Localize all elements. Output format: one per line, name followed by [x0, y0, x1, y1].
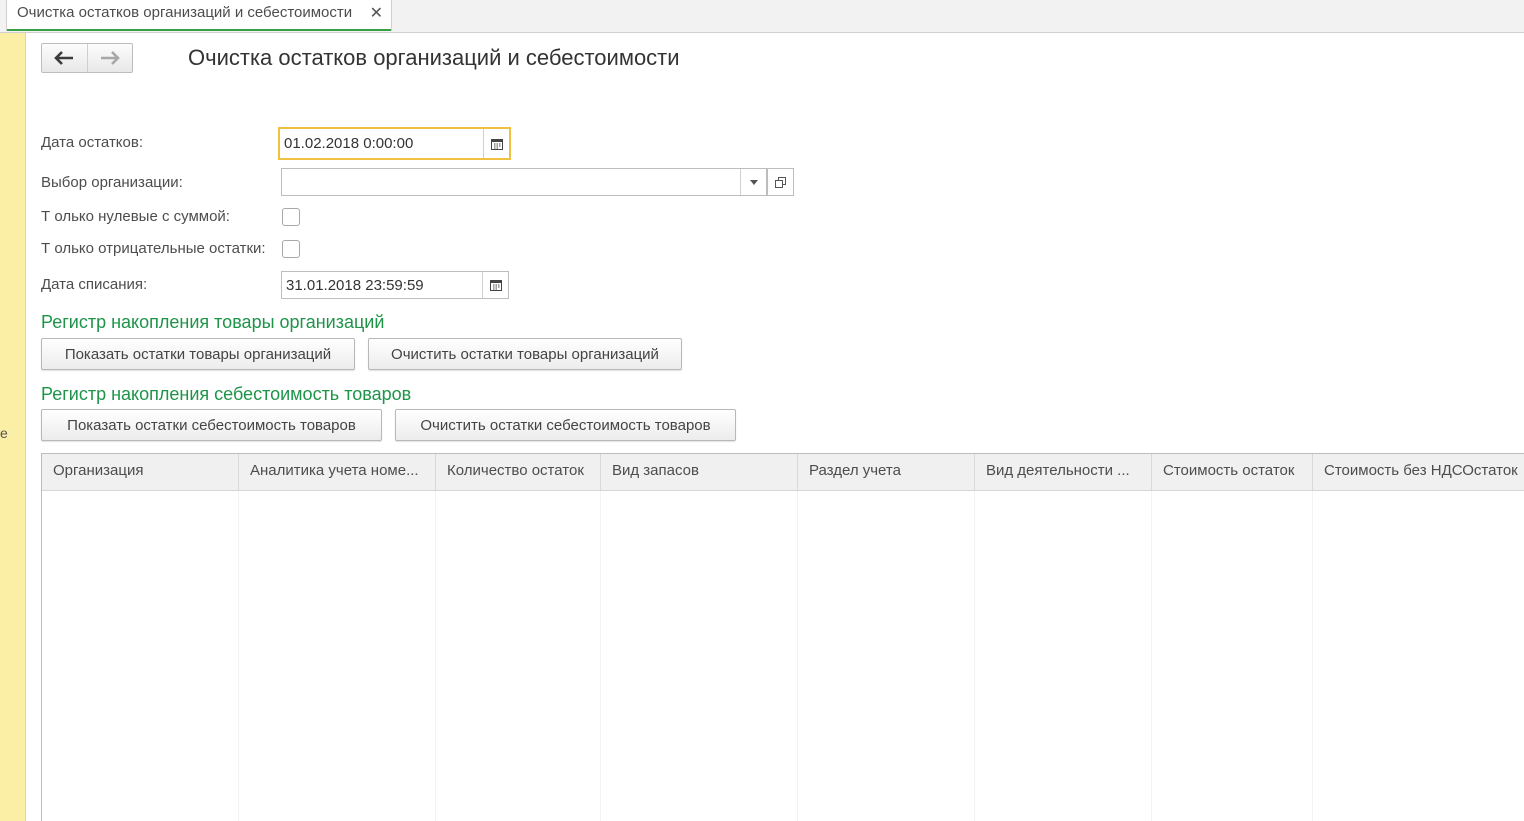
column-header-cost-without-vat[interactable]: Стоимость без НДСОстаток — [1313, 454, 1524, 490]
calendar-button[interactable] — [483, 129, 509, 158]
column-body — [1152, 491, 1313, 821]
side-panel[interactable]: е — [0, 33, 26, 821]
only-zero-label: Т олько нулевые с суммой: — [41, 208, 230, 225]
navigation-group — [41, 43, 133, 73]
column-header-quantity[interactable]: Количество остаток — [436, 454, 601, 490]
column-header-analytics[interactable]: Аналитика учета номе... — [239, 454, 436, 490]
column-body — [798, 491, 975, 821]
balance-date-field[interactable]: 01.02.2018 0:00:00 — [278, 127, 511, 160]
column-body — [239, 491, 436, 821]
tab-title: Очистка остатков организаций и себестоим… — [17, 4, 353, 21]
writeoff-date-label: Дата списания: — [41, 276, 148, 293]
tab-underline — [7, 29, 391, 31]
page-title: Очистка остатков организаций и себестоим… — [188, 45, 680, 70]
show-cost-balance-button[interactable]: Показать остатки себестоимость товаров — [41, 409, 382, 441]
balance-date-label: Дата остатков: — [41, 134, 144, 151]
calendar-button[interactable] — [482, 272, 508, 298]
close-icon[interactable]: ✕ — [370, 3, 383, 23]
open-organization-button[interactable] — [767, 168, 794, 196]
clear-goods-balance-button[interactable]: Очистить остатки товары организаций — [368, 338, 682, 370]
column-body — [436, 491, 601, 821]
calendar-icon — [489, 280, 502, 291]
results-table[interactable]: Организация Аналитика учета номе... Коли… — [41, 453, 1524, 821]
section-title-cost: Регистр накопления себестоимость товаров — [41, 384, 412, 404]
column-body — [975, 491, 1152, 821]
column-header-organization[interactable]: Организация — [42, 454, 239, 490]
clear-cost-balance-button[interactable]: Очистить остатки себестоимость товаров — [395, 409, 736, 441]
column-header-accounting-section[interactable]: Раздел учета — [798, 454, 975, 490]
balance-date-input[interactable]: 01.02.2018 0:00:00 — [280, 135, 483, 152]
column-body — [601, 491, 798, 821]
chevron-down-icon — [749, 179, 758, 185]
arrow-right-icon — [100, 51, 120, 65]
column-header-cost[interactable]: Стоимость остаток — [1152, 454, 1313, 490]
calendar-icon — [490, 138, 503, 150]
organization-field[interactable] — [281, 168, 767, 196]
tab-active[interactable]: Очистка остатков организаций и себестоим… — [6, 0, 392, 31]
section-title-goods: Регистр накопления товары организаций — [41, 312, 385, 332]
writeoff-date-input[interactable]: 31.01.2018 23:59:59 — [282, 277, 482, 294]
side-panel-text: е — [0, 425, 8, 441]
column-body — [42, 491, 239, 821]
show-goods-balance-button[interactable]: Показать остатки товары организаций — [41, 338, 355, 370]
organization-label: Выбор организации: — [41, 174, 183, 191]
back-button[interactable] — [42, 44, 87, 72]
table-header: Организация Аналитика учета номе... Коли… — [42, 454, 1524, 491]
column-header-stock-type[interactable]: Вид запасов — [601, 454, 798, 490]
writeoff-date-field[interactable]: 31.01.2018 23:59:59 — [281, 271, 509, 299]
open-window-icon — [775, 176, 786, 188]
arrow-left-icon — [54, 51, 74, 65]
only-zero-checkbox[interactable] — [282, 208, 300, 226]
dropdown-button[interactable] — [740, 169, 766, 195]
column-header-activity-type[interactable]: Вид деятельности ... — [975, 454, 1152, 490]
only-negative-checkbox[interactable] — [282, 240, 300, 258]
only-negative-label: Т олько отрицательные остатки: — [41, 240, 266, 257]
tab-strip: Очистка остатков организаций и себестоим… — [0, 0, 1524, 33]
forward-button[interactable] — [86, 44, 133, 72]
